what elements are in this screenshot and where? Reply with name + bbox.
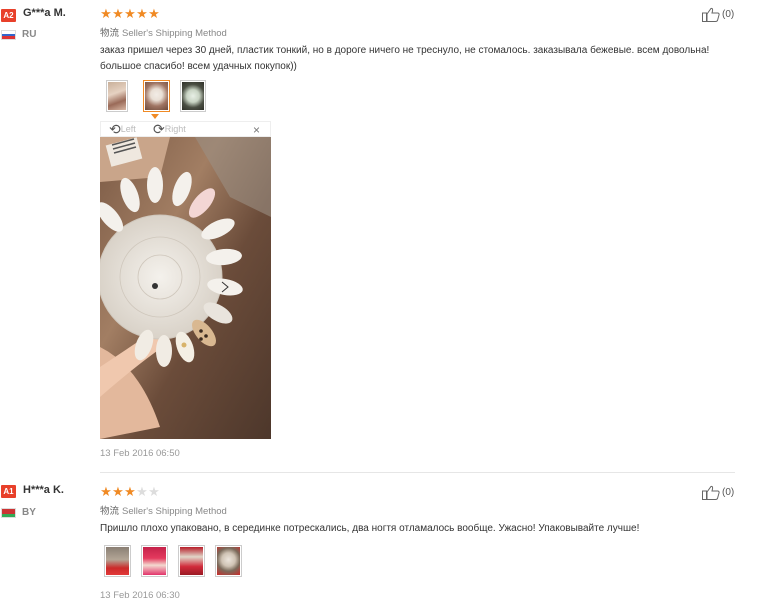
review-text: Пришло плохо упаковано, в серединке потр… (100, 523, 640, 534)
review-date: 13 Feb 2016 06:30 (100, 590, 180, 601)
star-icon: ★ (100, 484, 112, 499)
star-icon: ★ (124, 484, 136, 499)
star-icon: ★ (136, 6, 148, 21)
review-item: A2 G***a M. RU ★★★★★ 物流 Seller's Shipping… (0, 0, 760, 472)
helpful-button[interactable]: (0) (702, 7, 734, 22)
review-photo-thumbnail[interactable] (178, 545, 205, 577)
review-photo-large (100, 137, 271, 439)
active-thumbnail-pointer (151, 114, 159, 119)
shipping-method-value: Seller's Shipping Method (122, 506, 227, 517)
buyer-name: H***a K. (23, 484, 64, 496)
review-photo-thumbnail[interactable] (106, 80, 128, 112)
helpful-count: (0) (722, 9, 735, 20)
shipping-method: 物流 Seller's Shipping Method (100, 503, 227, 517)
photo-viewer-toolbar: ⟲Left ⟳Right × (100, 121, 271, 137)
star-icon: ★ (112, 484, 124, 499)
rotate-left-icon: ⟲ (109, 121, 121, 138)
review-item: A1 H***a K. BY ★★★★★ 物流 Seller's Shipping… (0, 475, 760, 602)
buyer-level-badge: A2 (1, 9, 16, 22)
review-text: заказ пришел через 30 дней, пластик тонк… (100, 45, 710, 72)
helpful-count: (0) (722, 487, 735, 498)
star-icon: ★ (100, 6, 112, 21)
shipping-method: 物流 Seller's Shipping Method (100, 25, 227, 39)
rotate-left-button[interactable]: ⟲Left (109, 121, 136, 138)
buyer-country: RU (22, 29, 37, 40)
buyer-level-badge: A1 (1, 485, 16, 498)
buyer-country: BY (22, 507, 36, 518)
shipping-label: 物流 (100, 506, 120, 517)
review-photo-thumbnail-active[interactable] (143, 80, 170, 112)
review-photo-thumbnail[interactable] (215, 545, 242, 577)
thumbs-up-icon (702, 7, 720, 22)
close-icon[interactable]: × (253, 122, 260, 138)
country-flag-icon (1, 30, 16, 40)
review-photo-thumbnail[interactable] (104, 545, 131, 577)
star-rating: ★★★★★ (100, 485, 160, 498)
thumbs-up-icon (702, 485, 720, 500)
review-date: 13 Feb 2016 06:50 (100, 448, 180, 459)
star-icon: ★ (148, 6, 160, 21)
star-icon: ★ (112, 6, 124, 21)
review-photo-thumbnail[interactable] (180, 80, 206, 112)
shipping-method-value: Seller's Shipping Method (122, 28, 227, 39)
star-icon: ★ (124, 6, 136, 21)
star-icon: ★ (148, 484, 160, 499)
helpful-button[interactable]: (0) (702, 485, 734, 500)
star-icon: ★ (136, 484, 148, 499)
country-flag-icon (1, 508, 16, 518)
review-photo-thumbnail[interactable] (141, 545, 168, 577)
buyer-name: G***a M. (23, 7, 66, 19)
photo-viewer: ⟲Left ⟳Right × (100, 121, 271, 439)
review-divider (100, 472, 735, 473)
star-rating: ★★★★★ (100, 7, 160, 20)
shipping-label: 物流 (100, 28, 120, 39)
rotate-right-button[interactable]: ⟳Right (153, 121, 186, 138)
rotate-right-icon: ⟳ (153, 121, 165, 138)
